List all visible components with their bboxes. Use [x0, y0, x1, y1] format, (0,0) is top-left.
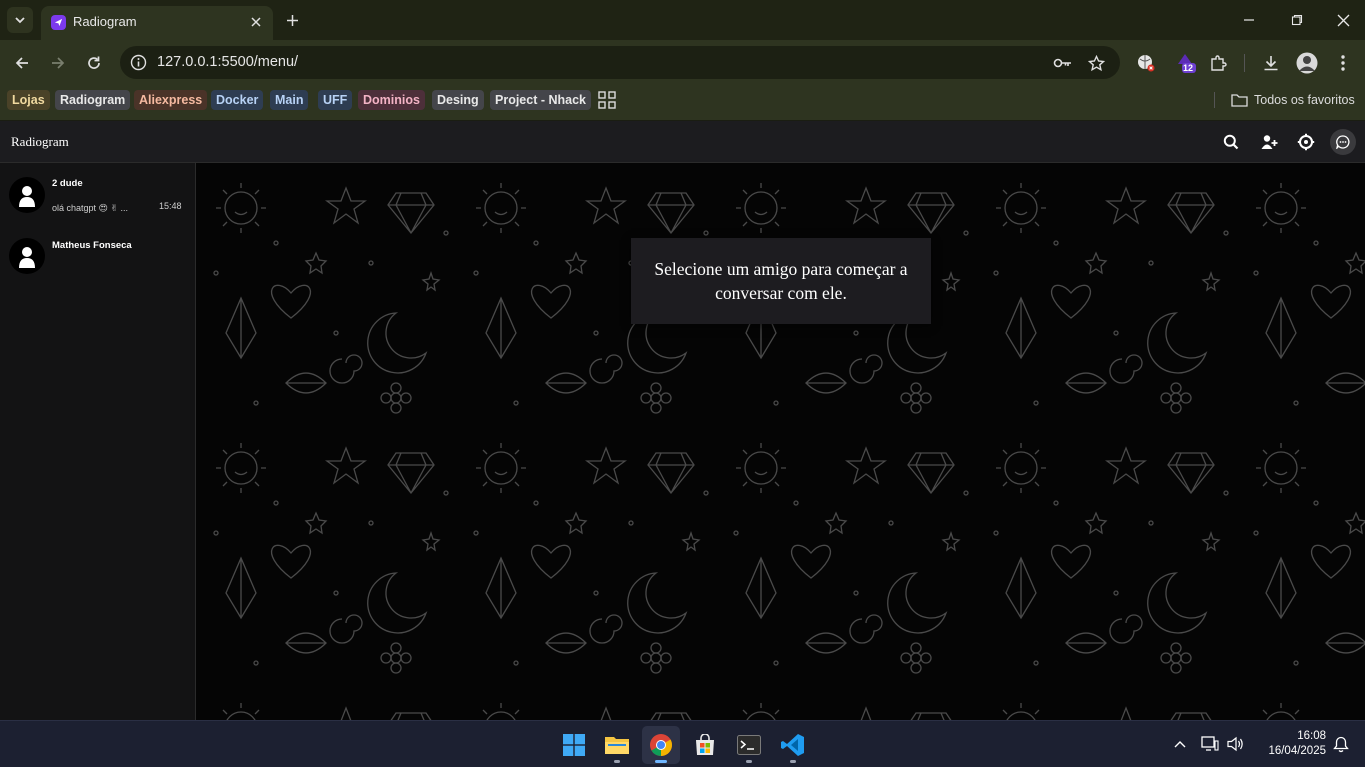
taskbar-chrome[interactable]: [642, 726, 680, 764]
folder-icon: [1231, 94, 1248, 107]
reload-button[interactable]: [81, 50, 107, 76]
chats-button[interactable]: [1330, 129, 1356, 155]
bookmarks-bar: Lojas Radiogram Aliexpress Docker Main U…: [0, 86, 1365, 121]
bookmark-project-nhack[interactable]: Project - Nhack: [490, 90, 592, 110]
contact-name: 2 dude: [52, 178, 83, 189]
show-hidden-icons-button[interactable]: [1170, 734, 1190, 754]
running-indicator: [655, 760, 667, 763]
bookmark-desing[interactable]: Desing: [432, 90, 484, 110]
extension-badge: 12: [1183, 63, 1194, 73]
minimize-icon: [1244, 19, 1254, 21]
close-icon: [1337, 14, 1349, 26]
address-bar[interactable]: 127.0.0.1:5500/menu/: [120, 46, 1120, 79]
user-avatar-icon: [19, 186, 35, 207]
file-explorer-icon: [605, 737, 629, 754]
radiogram-favicon-icon: [51, 15, 66, 30]
clock-date: 16/04/2025: [1268, 745, 1326, 757]
windows-taskbar: 16:08 16/04/2025: [0, 720, 1365, 767]
all-bookmarks-label: Todos os favoritos: [1254, 93, 1355, 107]
contacts-sidebar: 2 dude olá chatgpt 😍 ✌ ... 15:48 Matheus…: [0, 163, 196, 720]
settings-icon: [1297, 133, 1315, 151]
bookmark-main[interactable]: Main: [270, 90, 309, 110]
taskbar-terminal[interactable]: [730, 726, 768, 764]
app-title: Radiogram: [11, 134, 69, 149]
running-indicator: [746, 760, 752, 763]
terminal-icon: [737, 735, 761, 755]
extension-globe-icon[interactable]: [1135, 52, 1157, 74]
search-button[interactable]: [1218, 129, 1244, 155]
user-avatar-icon: [19, 247, 35, 268]
system-clock[interactable]: 16:08 16/04/2025: [1256, 729, 1326, 759]
minimize-button[interactable]: [1234, 6, 1264, 34]
vscode-icon: [781, 734, 804, 756]
back-button[interactable]: [9, 50, 35, 76]
password-key-icon[interactable]: [1053, 53, 1073, 73]
clock-time: 16:08: [1297, 730, 1326, 742]
bookmarks-divider: [1214, 92, 1215, 108]
restore-icon: [1291, 14, 1303, 26]
bookmark-lojas[interactable]: Lojas: [7, 90, 50, 110]
search-icon: [1223, 134, 1239, 150]
browser-tab-bar: Radiogram: [0, 0, 1365, 40]
taskbar-microsoft-store[interactable]: [686, 726, 724, 764]
bookmark-dominios[interactable]: Dominios: [358, 90, 425, 110]
new-tab-button[interactable]: [281, 9, 303, 31]
running-indicator: [614, 760, 620, 763]
notifications-icon[interactable]: [1331, 734, 1351, 754]
empty-state-message: Selecione um amigo para começar a conver…: [654, 259, 908, 303]
chevron-up-icon: [1174, 741, 1186, 748]
settings-button[interactable]: [1293, 129, 1319, 155]
extension-wizard-icon[interactable]: 12: [1174, 52, 1196, 74]
avatar: [9, 177, 45, 213]
bookmark-radiogram[interactable]: Radiogram: [55, 90, 131, 110]
running-indicator: [790, 760, 796, 763]
empty-state-card: Selecione um amigo para começar a conver…: [631, 238, 931, 324]
browser-toolbar: 127.0.0.1:5500/menu/ 12: [0, 40, 1365, 86]
toolbar-divider: [1244, 54, 1245, 72]
contact-item-2-dude[interactable]: 2 dude olá chatgpt 😍 ✌ ... 15:48: [0, 177, 195, 233]
apps-grid-icon[interactable]: [598, 91, 616, 109]
bookmark-aliexpress[interactable]: Aliexpress: [134, 90, 208, 110]
forward-button[interactable]: [45, 50, 71, 76]
contact-last-message: olá chatgpt 😍 ✌ ...: [52, 203, 128, 213]
add-friend-button[interactable]: [1256, 129, 1282, 155]
restore-button[interactable]: [1282, 6, 1312, 34]
extensions-puzzle-icon[interactable]: [1207, 52, 1229, 74]
close-window-button[interactable]: [1328, 6, 1358, 34]
microsoft-store-icon: [696, 734, 714, 755]
bookmark-star-icon[interactable]: [1086, 53, 1106, 73]
url-text[interactable]: 127.0.0.1:5500/menu/: [157, 54, 298, 70]
reload-icon: [88, 56, 100, 69]
chevron-down-icon: [15, 17, 25, 24]
bookmark-docker[interactable]: Docker: [211, 90, 264, 110]
downloads-icon[interactable]: [1260, 52, 1282, 74]
contact-item-matheus-fonseca[interactable]: Matheus Fonseca: [0, 238, 195, 294]
arrow-right-icon: [52, 57, 65, 69]
start-button[interactable]: [555, 726, 593, 764]
close-tab-icon[interactable]: [247, 13, 265, 31]
network-icon[interactable]: [1200, 734, 1220, 754]
bookmark-uff[interactable]: UFF: [318, 90, 353, 110]
profile-avatar[interactable]: [1296, 52, 1318, 74]
chat-icon: [1336, 135, 1350, 149]
tab-title: Radiogram: [73, 14, 137, 29]
taskbar-vscode[interactable]: [774, 726, 812, 764]
app-header: Radiogram: [0, 121, 1365, 163]
volume-icon[interactable]: [1226, 734, 1246, 754]
site-info-icon[interactable]: [130, 54, 147, 76]
chat-area: Selecione um amigo para começar a conver…: [196, 163, 1365, 720]
contact-time: 15:48: [159, 201, 182, 211]
contact-name: Matheus Fonseca: [52, 240, 132, 251]
chrome-icon: [650, 734, 672, 756]
browser-tab[interactable]: Radiogram: [41, 6, 273, 40]
taskbar-file-explorer[interactable]: [598, 726, 636, 764]
browser-menu-icon[interactable]: [1332, 52, 1354, 74]
plus-icon: [286, 14, 298, 26]
arrow-left-icon: [15, 57, 28, 69]
tab-search-button[interactable]: [7, 7, 33, 33]
windows-start-icon: [563, 734, 585, 756]
all-bookmarks-button[interactable]: Todos os favoritos: [1231, 90, 1355, 110]
add-user-icon: [1261, 135, 1277, 149]
avatar: [9, 238, 45, 274]
